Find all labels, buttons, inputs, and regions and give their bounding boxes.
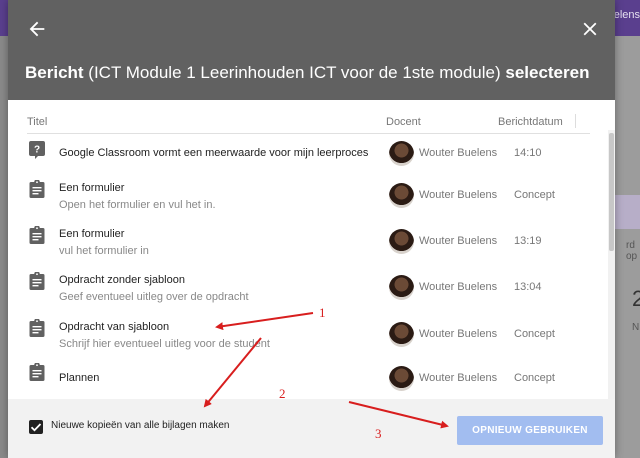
list-item-title: Een formulier — [59, 228, 125, 240]
list-item[interactable]: Opdracht zonder sjabloon Geef eventueel … — [8, 268, 608, 314]
annotation-number-one: 1 — [319, 305, 326, 320]
annotation-number-two: 2 — [279, 386, 286, 401]
list-item-date: 13:19 — [514, 235, 542, 247]
assignment-icon — [29, 362, 45, 381]
list-item-teacher: Wouter Buelens — [419, 281, 498, 293]
list-item[interactable]: ? Google Classroom vormt een meerwaarde … — [8, 134, 608, 180]
assignment-icon — [29, 318, 45, 337]
question-icon: ? — [29, 141, 45, 159]
column-header-teacher[interactable]: Docent — [386, 116, 421, 128]
list-item-subtitle: vul het formulier in — [59, 245, 149, 257]
list-item[interactable]: Een formulier vul het formulier in Woute… — [8, 222, 608, 268]
assignment-icon — [29, 179, 45, 198]
avatar — [389, 322, 414, 347]
background-number: 2 — [632, 286, 640, 311]
reuse-button[interactable]: OPNIEUW GEBRUIKEN — [457, 416, 603, 445]
dialog-footer: Nieuwe kopieën van alle bijlagen maken O… — [8, 399, 615, 458]
list-item-teacher: Wouter Buelens — [419, 372, 498, 384]
list-item-teacher: Wouter Buelens — [419, 235, 498, 247]
assignment-icon — [29, 225, 45, 244]
copy-attachments-checkbox[interactable] — [29, 420, 43, 434]
title-suffix: selecteren — [505, 63, 590, 82]
assignment-icon — [29, 271, 45, 290]
list-item-subtitle: Geef eventueel uitleg over de opdracht — [59, 291, 249, 303]
list-item-subtitle: Open het formulier en vul het in. — [59, 199, 216, 211]
list-item-date: 14:10 — [514, 147, 542, 159]
background-text: N — [632, 322, 640, 333]
background-text: rd op — [626, 240, 638, 262]
list-item[interactable]: Plannen Wouter Buelens Concept — [8, 359, 608, 399]
list-item-date: Concept — [514, 328, 555, 340]
avatar — [389, 275, 414, 300]
avatar — [389, 366, 414, 391]
dialog-title: Bericht (ICT Module 1 Leerinhouden ICT v… — [25, 63, 589, 83]
avatar — [389, 141, 414, 166]
avatar — [389, 229, 414, 254]
list-item-date: 13:04 — [514, 281, 542, 293]
title-prefix: Bericht — [25, 63, 84, 82]
list-item-teacher: Wouter Buelens — [419, 147, 498, 159]
column-divider — [575, 114, 576, 128]
post-list: Titel Docent Berichtdatum ? Google Class… — [8, 100, 615, 399]
column-header-title[interactable]: Titel — [27, 116, 47, 128]
copy-attachments-label[interactable]: Nieuwe kopieën van alle bijlagen maken — [51, 420, 229, 431]
scrollbar-thumb[interactable] — [609, 133, 614, 251]
list-item-title: Google Classroom vormt een meerwaarde vo… — [59, 147, 369, 159]
annotation-number-three: 3 — [375, 426, 382, 441]
svg-text:?: ? — [34, 145, 40, 156]
list-item-date: Concept — [514, 372, 555, 384]
list-item-teacher: Wouter Buelens — [419, 328, 498, 340]
background-highlight-strip — [615, 195, 640, 229]
list-item-title: Opdracht zonder sjabloon — [59, 274, 185, 286]
title-class-name: (ICT Module 1 Leerinhouden ICT voor de 1… — [83, 63, 506, 82]
select-post-dialog: Bericht (ICT Module 1 Leerinhouden ICT v… — [8, 0, 615, 458]
column-header-date[interactable]: Berichtdatum — [498, 116, 563, 128]
list-item-title: Opdracht van sjabloon — [59, 321, 170, 333]
dialog-header: Bericht (ICT Module 1 Leerinhouden ICT v… — [8, 0, 615, 100]
list-item-subtitle: Schrijf hier eventueel uitleg voor de st… — [59, 338, 270, 350]
list-item[interactable]: Een formulier Open het formulier en vul … — [8, 176, 608, 222]
list-item-title: Plannen — [59, 372, 100, 384]
close-icon[interactable] — [579, 18, 601, 40]
list-item[interactable]: Opdracht van sjabloon Schrijf hier event… — [8, 315, 608, 361]
avatar — [389, 183, 414, 208]
back-arrow-icon[interactable] — [26, 18, 48, 40]
background-user-name: elens — [613, 9, 640, 21]
list-item-date: Concept — [514, 189, 555, 201]
checkmark-icon — [30, 423, 42, 432]
list-item-title: Een formulier — [59, 182, 125, 194]
list-item-teacher: Wouter Buelens — [419, 189, 498, 201]
